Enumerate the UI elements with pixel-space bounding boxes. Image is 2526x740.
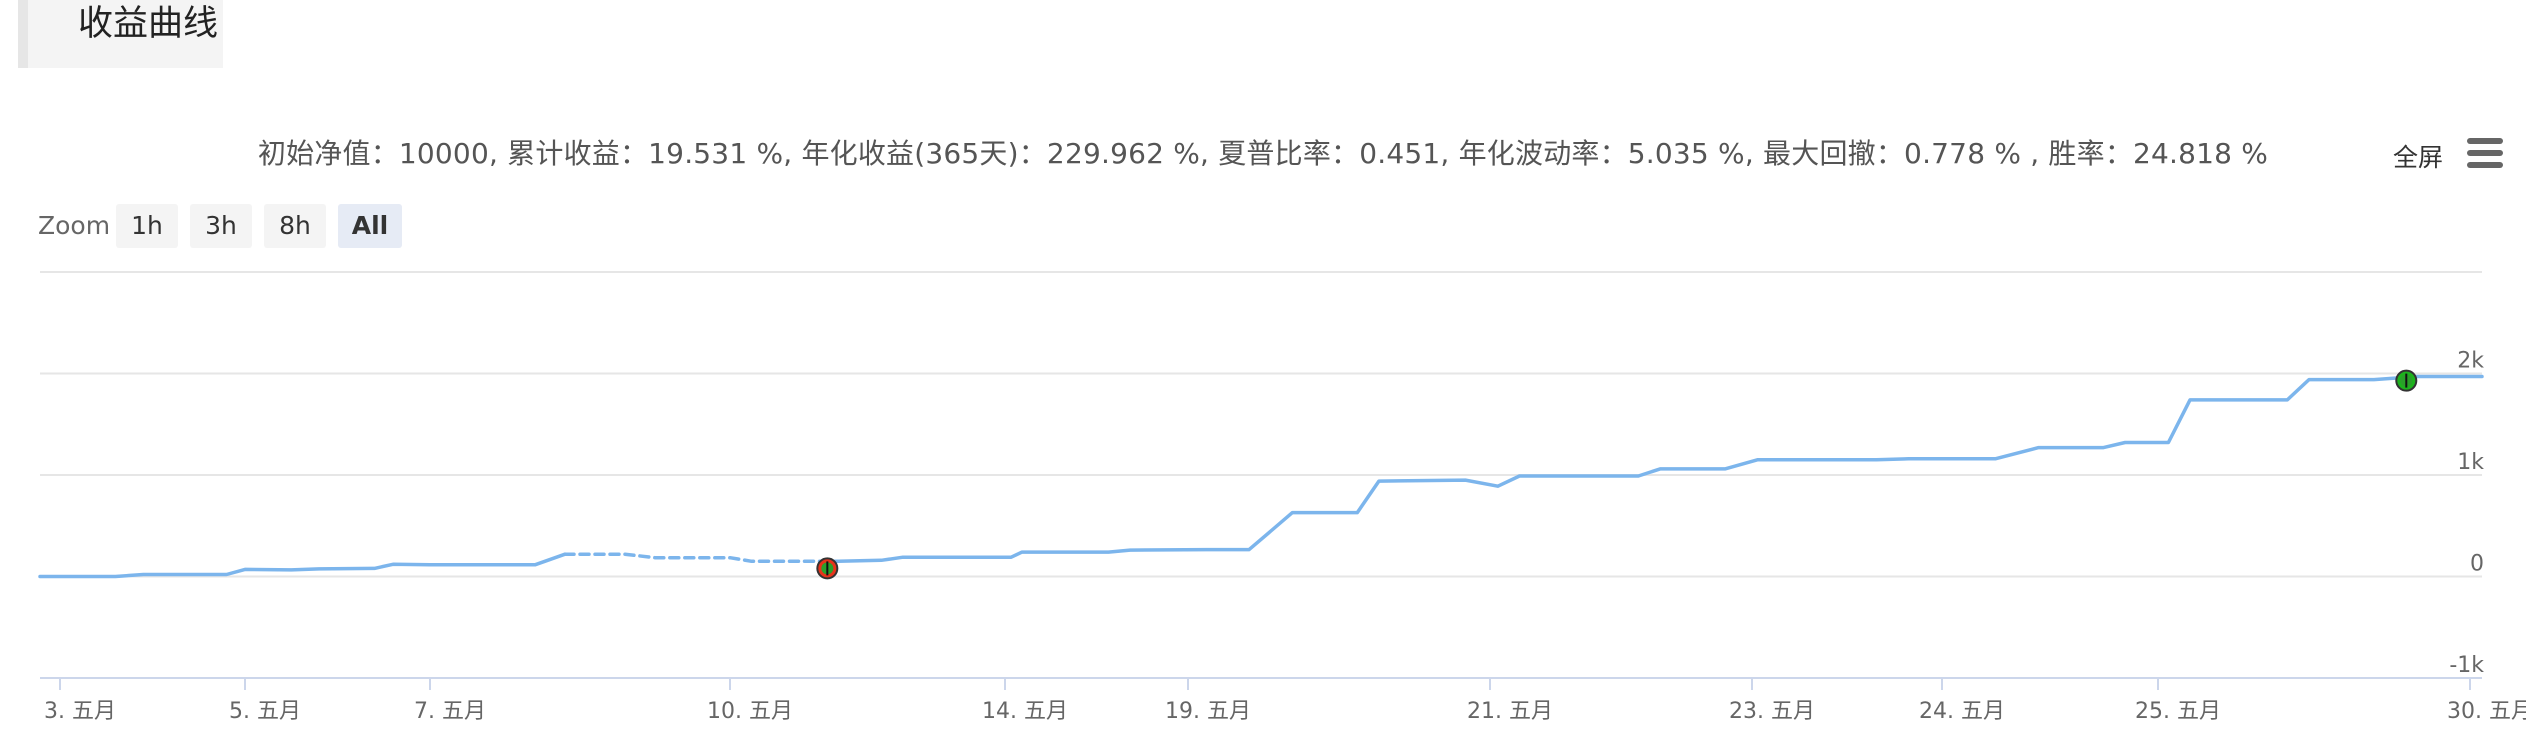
x-tick-label: 3. 五月 — [44, 699, 116, 724]
x-tick-label: 21. 五月 — [1467, 699, 1553, 724]
equity-series-line-0 — [38, 552, 567, 579]
y-tick-label: 0 — [2470, 552, 2484, 577]
x-tick-label: 19. 五月 — [1165, 699, 1251, 724]
equity-curve-chart: -1k 0 1k 2k 3. 五月 5. 五月 7. 五月 10. 五月 14. 五月 19. 五… — [38, 271, 2526, 724]
y-tick-label: -1k — [2449, 653, 2484, 678]
x-tick-label: 24. 五月 — [1919, 699, 2005, 724]
x-tick-label: 7. 五月 — [414, 699, 486, 724]
x-tick-label: 14. 五月 — [982, 699, 1068, 724]
x-tick-label: 5. 五月 — [229, 699, 301, 724]
x-tick-label: 30. 五月 — [2447, 699, 2526, 724]
y-tick-label: 1k — [2457, 450, 2484, 475]
y-tick-label: 2k — [2457, 349, 2484, 374]
equity-series-line-1 — [563, 552, 840, 564]
x-tick-label: 25. 五月 — [2135, 699, 2221, 724]
equity-series-line-2 — [836, 374, 2484, 564]
x-tick-label: 23. 五月 — [1729, 699, 1815, 724]
x-tick-label: 10. 五月 — [707, 699, 793, 724]
